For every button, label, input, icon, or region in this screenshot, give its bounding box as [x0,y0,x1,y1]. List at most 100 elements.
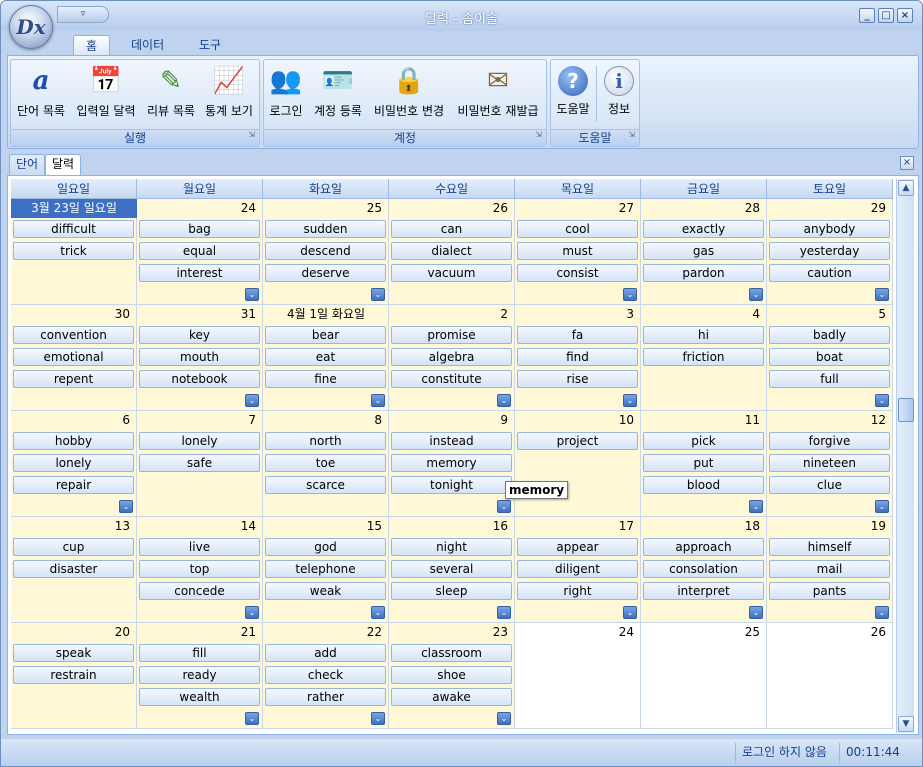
day-cell[interactable]: 24 [515,623,641,729]
show-more-icon[interactable]: ⌄ [875,606,889,619]
info-button[interactable]: i 정보 [600,62,638,124]
tab-home[interactable]: 홈 [73,35,111,55]
word-chip[interactable]: check [265,666,386,684]
day-cell[interactable]: 26 can dialect vacuum [389,199,515,305]
word-chip[interactable]: deserve [265,264,386,282]
show-more-icon[interactable]: ⌄ [623,288,637,301]
day-cell[interactable]: 25 [641,623,767,729]
word-chip[interactable]: pick [643,432,764,450]
word-chip[interactable]: clue [769,476,890,494]
day-cell[interactable]: 3 fa find rise ⌄ [515,305,641,411]
day-cell[interactable]: 8 north toe scarce [263,411,389,517]
word-chip[interactable]: can [391,220,512,238]
show-more-icon[interactable]: ⌄ [875,394,889,407]
word-chip[interactable]: badly [769,326,890,344]
word-chip[interactable]: exactly [643,220,764,238]
word-chip[interactable]: interpret [643,582,764,600]
change-password-button[interactable]: 🔒 비밀번호 변경 [370,62,448,124]
word-chip[interactable]: pardon [643,264,764,282]
word-chip[interactable]: must [517,242,638,260]
day-cell[interactable]: 25 sudden descend deserve ⌄ [263,199,389,305]
day-cell[interactable]: 22 add check rather ⌄ [263,623,389,729]
word-chip[interactable]: speak [13,644,134,662]
day-cell[interactable]: 10 project [515,411,641,517]
entry-calendar-button[interactable]: 📅 입력일 달력 [73,62,139,124]
word-chip[interactable]: hi [643,326,764,344]
close-button[interactable]: × [897,8,913,23]
dialog-launcher-icon[interactable]: ⇲ [535,127,542,143]
show-more-icon[interactable]: ⌄ [245,288,259,301]
title-bar[interactable]: 달력 - 솜이솔 ▿ _ □ × [1,1,922,31]
word-chip[interactable]: memory [391,454,512,472]
show-more-icon[interactable]: ⌄ [245,394,259,407]
word-chip[interactable]: blood [643,476,764,494]
word-chip[interactable]: appear [517,538,638,556]
word-chip[interactable]: trick [13,242,134,260]
show-more-icon[interactable]: ⌄ [497,394,511,407]
doc-tab-words[interactable]: 단어 [9,154,46,175]
word-chip[interactable]: restrain [13,666,134,684]
show-more-icon[interactable]: ⌄ [371,606,385,619]
day-cell[interactable]: 12 forgive nineteen clue ⌄ [767,411,893,517]
word-chip[interactable]: find [517,348,638,366]
quick-access-dropdown[interactable]: ▿ [57,6,109,23]
word-chip[interactable]: interest [139,264,260,282]
app-menu-orb[interactable]: Dx [9,5,53,49]
word-chip[interactable]: shoe [391,666,512,684]
show-more-icon[interactable]: ⌄ [749,288,763,301]
day-cell[interactable]: 2 promise algebra constitute ⌄ [389,305,515,411]
scroll-thumb[interactable] [898,398,914,422]
show-more-icon[interactable]: ⌄ [875,500,889,513]
word-chip[interactable]: sleep [391,582,512,600]
word-chip[interactable]: difficult [13,220,134,238]
show-more-icon[interactable]: ⌄ [623,394,637,407]
show-more-icon[interactable]: ⌄ [875,288,889,301]
help-button[interactable]: ? 도움말 [553,62,593,124]
word-chip[interactable]: bear [265,326,386,344]
show-more-icon[interactable]: ⌄ [497,712,511,725]
word-chip[interactable]: project [517,432,638,450]
day-cell[interactable]: 26 [767,623,893,729]
day-cell[interactable]: 19 himself mail pants ⌄ [767,517,893,623]
day-cell[interactable]: 29 anybody yesterday caution ⌄ [767,199,893,305]
show-more-icon[interactable]: ⌄ [623,606,637,619]
word-chip[interactable]: telephone [265,560,386,578]
word-chip[interactable]: consist [517,264,638,282]
day-cell[interactable]: 27 cool must consist ⌄ [515,199,641,305]
day-cell[interactable]: 13 cup disaster [11,517,137,623]
word-chip[interactable]: himself [769,538,890,556]
show-more-icon[interactable]: ⌄ [371,712,385,725]
day-cell[interactable]: 24 bag equal interest ⌄ [137,199,263,305]
word-chip[interactable]: sudden [265,220,386,238]
word-chip[interactable]: notebook [139,370,260,388]
word-chip[interactable]: constitute [391,370,512,388]
word-chip[interactable]: rise [517,370,638,388]
day-cell[interactable]: 14 live top concede ⌄ [137,517,263,623]
day-cell[interactable]: 6 hobby lonely repair ⌄ [11,411,137,517]
word-chip[interactable]: mail [769,560,890,578]
word-chip[interactable]: mouth [139,348,260,366]
scroll-up-icon[interactable]: ▲ [898,180,914,196]
day-cell[interactable]: 17 appear diligent right ⌄ [515,517,641,623]
word-chip[interactable]: add [265,644,386,662]
word-chip[interactable]: repent [13,370,134,388]
word-chip[interactable]: fine [265,370,386,388]
tab-tools[interactable]: 도구 [187,35,233,55]
day-cell[interactable]: 23 classroom shoe awake ⌄ [389,623,515,729]
word-chip[interactable]: weak [265,582,386,600]
word-chip[interactable]: night [391,538,512,556]
day-cell[interactable]: 18 approach consolation interpret ⌄ [641,517,767,623]
word-chip[interactable]: nineteen [769,454,890,472]
word-chip[interactable]: classroom [391,644,512,662]
word-chip[interactable]: gas [643,242,764,260]
word-chip[interactable]: cool [517,220,638,238]
word-chip[interactable]: several [391,560,512,578]
word-chip[interactable]: descend [265,242,386,260]
word-chip[interactable]: dialect [391,242,512,260]
show-more-icon[interactable]: ⌄ [245,606,259,619]
show-more-icon[interactable]: ⌄ [371,394,385,407]
day-cell[interactable]: 4 hi friction [641,305,767,411]
show-more-icon[interactable]: ⌄ [749,606,763,619]
day-cell[interactable]: 16 night several sleep ⌄ [389,517,515,623]
statistics-button[interactable]: 📈 통계 보기 [201,62,257,124]
